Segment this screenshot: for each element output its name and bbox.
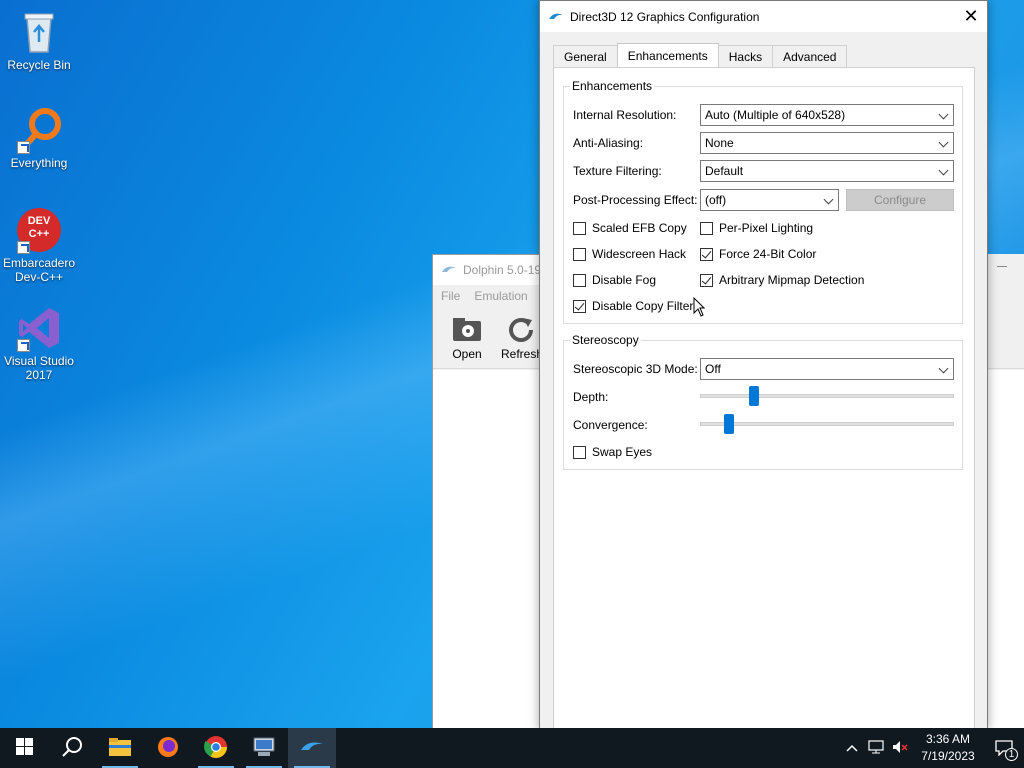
network-icon[interactable]: [864, 739, 888, 757]
clock-date: 7/19/2023: [921, 749, 975, 763]
internal-resolution-label: Internal Resolution:: [573, 108, 677, 122]
widescreen-hack-checkbox[interactable]: Widescreen Hack: [573, 247, 686, 261]
taskbar: 3:36 AM 7/19/2023 1: [0, 728, 1024, 768]
configure-button[interactable]: Configure: [846, 189, 954, 211]
shortcut-arrow-icon: [17, 141, 30, 154]
slider-thumb[interactable]: [748, 386, 759, 406]
graphics-config-dialog[interactable]: Direct3D 12 Graphics Configuration ✕ Gen…: [539, 0, 988, 731]
force-24bit-color-checkbox[interactable]: Force 24-Bit Color: [700, 247, 816, 261]
desktop-icon-label: Recycle Bin: [7, 58, 71, 72]
enhancements-tab-page: Enhancements Internal Resolution: Auto (…: [553, 67, 975, 731]
magnifier-icon: [15, 106, 63, 154]
menu-emulation[interactable]: Emulation: [474, 289, 527, 303]
tab-advanced[interactable]: Advanced: [772, 45, 848, 67]
windows-logo-icon: [15, 738, 33, 758]
convergence-slider[interactable]: [700, 414, 954, 434]
post-processing-label: Post-Processing Effect:: [573, 193, 698, 207]
mouse-pointer-icon: [693, 296, 706, 317]
chevron-down-icon: [938, 165, 949, 176]
taskbar-firefox[interactable]: [144, 728, 192, 768]
start-button[interactable]: [0, 728, 48, 768]
taskbar-chrome[interactable]: [192, 728, 240, 768]
dialog-titlebar[interactable]: Direct3D 12 Graphics Configuration ✕: [540, 1, 987, 32]
clock-time: 3:36 AM: [925, 732, 971, 746]
depth-slider[interactable]: [700, 386, 954, 406]
dolphin-logo-icon: [548, 11, 564, 23]
arbitrary-mipmap-detection-checkbox[interactable]: Arbitrary Mipmap Detection: [700, 273, 864, 287]
post-processing-select[interactable]: (off): [700, 189, 839, 211]
notification-count: 1: [1005, 748, 1018, 761]
desktop-icon-label: Everything: [10, 156, 68, 170]
open-button[interactable]: Open: [447, 315, 487, 368]
chevron-up-icon[interactable]: [840, 741, 864, 755]
desktop-icon-everything[interactable]: Everything: [0, 106, 78, 170]
dolphin-title-text: Dolphin 5.0-19: [463, 263, 542, 277]
volume-muted-icon[interactable]: [888, 740, 912, 757]
disable-copy-filter-checkbox[interactable]: Disable Copy Filter: [573, 299, 693, 313]
depth-label: Depth:: [573, 390, 609, 404]
convergence-label: Convergence:: [573, 418, 648, 432]
per-pixel-lighting-checkbox[interactable]: Per-Pixel Lighting: [700, 221, 813, 235]
system-tray: 3:36 AM 7/19/2023 1: [840, 728, 1024, 768]
close-button[interactable]: ✕: [955, 1, 987, 32]
menu-file[interactable]: File: [441, 289, 460, 303]
visual-studio-icon: [15, 304, 63, 352]
taskbar-app[interactable]: [240, 728, 288, 768]
chrome-icon: [204, 735, 228, 762]
taskbar-dolphin[interactable]: [288, 728, 336, 768]
shortcut-arrow-icon: [17, 339, 30, 352]
desktop-icon-visual-studio[interactable]: Visual Studio 2017: [0, 304, 78, 382]
desktop-icon-dev-cpp[interactable]: DEV C++ Embarcadero Dev-C++: [0, 206, 78, 284]
texture-filtering-label: Texture Filtering:: [573, 164, 662, 178]
dialog-title: Direct3D 12 Graphics Configuration: [570, 9, 760, 24]
folder-icon: [108, 737, 132, 760]
dev-cpp-icon: DEV C++: [15, 206, 63, 254]
taskbar-file-explorer[interactable]: [96, 728, 144, 768]
desktop-icon-label: Visual Studio 2017: [4, 354, 74, 382]
desktop-icon-label: Embarcadero Dev-C++: [2, 256, 76, 284]
dolphin-logo-icon: [300, 739, 324, 758]
search-icon: [61, 736, 83, 761]
tab-general[interactable]: General: [553, 45, 618, 67]
chevron-down-icon: [938, 109, 949, 120]
dolphin-logo-icon: [441, 264, 457, 276]
shortcut-arrow-icon: [17, 241, 30, 254]
stereo-3d-mode-select[interactable]: Off: [700, 358, 954, 380]
disc-folder-icon: [451, 315, 483, 343]
texture-filtering-select[interactable]: Default: [700, 160, 954, 182]
tab-hacks[interactable]: Hacks: [717, 45, 774, 67]
slider-track: [700, 394, 954, 398]
slider-track: [700, 422, 954, 426]
search-button[interactable]: [48, 728, 96, 768]
group-title: Enhancements: [570, 79, 655, 93]
chevron-down-icon: [938, 363, 949, 374]
internal-resolution-select[interactable]: Auto (Multiple of 640x528): [700, 104, 954, 126]
anti-aliasing-select[interactable]: None: [700, 132, 954, 154]
tab-bar: General Enhancements Hacks Advanced: [553, 43, 848, 67]
swap-eyes-checkbox[interactable]: Swap Eyes: [573, 445, 652, 459]
chevron-down-icon: [823, 194, 834, 205]
computer-icon: [252, 736, 276, 761]
group-title: Stereoscopy: [570, 333, 641, 347]
recycle-bin-icon: [15, 8, 63, 56]
close-icon: ✕: [963, 6, 979, 26]
stereo-3d-mode-label: Stereoscopic 3D Mode:: [573, 362, 698, 376]
notification-center-button[interactable]: 1: [984, 728, 1024, 768]
dolphin-window-edge: [986, 254, 1024, 368]
scaled-efb-copy-checkbox[interactable]: Scaled EFB Copy: [573, 221, 687, 235]
tab-enhancements[interactable]: Enhancements: [616, 43, 719, 67]
slider-thumb[interactable]: [724, 414, 735, 434]
refresh-icon: [505, 315, 537, 343]
chevron-down-icon: [938, 137, 949, 148]
desktop-icon-recycle-bin[interactable]: Recycle Bin: [0, 8, 78, 72]
clock[interactable]: 3:36 AM 7/19/2023: [912, 731, 984, 765]
firefox-icon: [156, 735, 180, 762]
refresh-button[interactable]: Refresh: [501, 315, 543, 368]
disable-fog-checkbox[interactable]: Disable Fog: [573, 273, 656, 287]
anti-aliasing-label: Anti-Aliasing:: [573, 136, 644, 150]
